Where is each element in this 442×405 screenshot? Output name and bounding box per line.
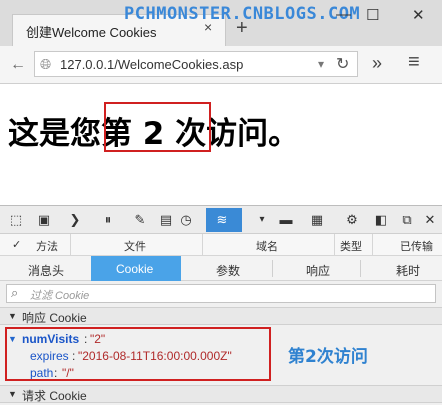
column-method[interactable]: 方法 (36, 238, 58, 254)
highlight-box-cookie (5, 327, 271, 381)
settings-gear-icon[interactable]: ⚙ (343, 211, 361, 229)
maximize-button[interactable]: ☐ (366, 6, 379, 24)
collapse-triangle-icon[interactable]: ▼ (8, 311, 17, 321)
annotation-note: 第2次访问 (288, 347, 368, 367)
search-icon: ⌕ (11, 285, 19, 300)
tab-cookie[interactable]: Cookie (116, 262, 153, 276)
refresh-button[interactable]: ↻ (336, 54, 349, 74)
dropdown-arrow-icon[interactable]: ▾ (253, 211, 271, 229)
column-divider (372, 234, 373, 256)
more-chevron-icon[interactable]: » (372, 53, 382, 74)
tab-headers[interactable]: 消息头 (28, 262, 64, 279)
storage-icon[interactable]: ▦ (308, 211, 326, 229)
screen-icon[interactable]: ▬ (277, 211, 295, 229)
request-cookie-label: 请求 Cookie (22, 389, 87, 403)
tab-params[interactable]: 参数 (216, 262, 240, 279)
column-divider (70, 234, 71, 256)
devtools-close-icon[interactable]: ✕ (421, 211, 439, 229)
back-button[interactable]: ← (10, 56, 26, 74)
close-window-button[interactable]: ✕ (412, 6, 425, 24)
collapse-triangle-icon[interactable]: ▼ (8, 389, 17, 399)
network-icon[interactable]: ≋ (213, 211, 231, 229)
globe-icon: 🌐︎ (40, 56, 52, 72)
column-divider (202, 234, 203, 256)
dropdown-icon[interactable]: ▾ (318, 57, 324, 71)
file-icon[interactable]: ▤ (157, 211, 175, 229)
tab-divider (360, 260, 361, 277)
edit-icon[interactable]: ✎ (131, 211, 149, 229)
watermark-text: PCHMONSTER.CNBLOGS.COM (124, 4, 361, 24)
tab-response[interactable]: 响应 (306, 262, 330, 279)
minimize-button[interactable]: — (336, 6, 351, 23)
inspect-cursor-icon[interactable]: ⬚ (7, 211, 25, 229)
column-status-check[interactable]: ✓ (12, 238, 21, 251)
dock-icon[interactable]: ◧ (372, 211, 390, 229)
performance-icon[interactable]: ◷ (177, 211, 195, 229)
tab-divider (272, 260, 273, 277)
column-domain[interactable]: 域名 (256, 238, 278, 254)
filter-placeholder: 过滤 Cookie (30, 290, 90, 302)
network-column-headers (0, 234, 442, 256)
popout-icon[interactable]: ⧉ (398, 211, 416, 229)
column-divider (334, 234, 335, 256)
box-icon[interactable]: ▣ (35, 211, 53, 229)
tab-title: 创建Welcome Cookies (26, 25, 157, 40)
column-file[interactable]: 文件 (124, 238, 146, 254)
menu-icon[interactable]: ≡ (408, 51, 420, 74)
column-transferred[interactable]: 已传输 (400, 238, 433, 254)
highlight-box-count (104, 102, 211, 152)
console-icon[interactable]: ❯ (66, 211, 84, 229)
response-cookie-label: 响应 Cookie (22, 311, 87, 325)
debugger-icon[interactable]: ⏸ (99, 211, 117, 229)
column-type[interactable]: 类型 (340, 238, 362, 254)
tab-timings[interactable]: 耗时 (396, 262, 420, 279)
url-text: 127.0.0.1/WelcomeCookies.asp (60, 57, 244, 72)
